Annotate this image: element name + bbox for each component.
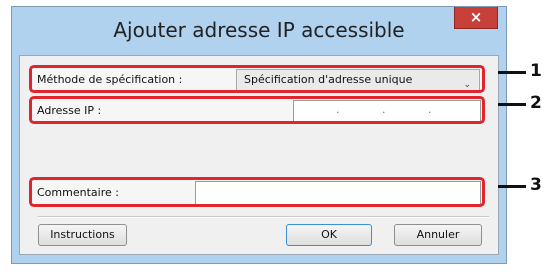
close-icon: × bbox=[469, 8, 483, 26]
callout-number-1: 1 bbox=[530, 61, 542, 81]
dialog-body: Méthode de spécification : Spécification… bbox=[19, 55, 499, 255]
dialog-title: Ajouter adresse IP accessible bbox=[113, 18, 405, 42]
cancel-button[interactable]: Annuler bbox=[394, 224, 482, 246]
screenshot: Ajouter adresse IP accessible × Méthode … bbox=[0, 0, 551, 272]
highlight-box-1 bbox=[29, 65, 485, 93]
callout-line-2 bbox=[498, 103, 526, 106]
separator bbox=[38, 216, 489, 218]
ok-button[interactable]: OK bbox=[286, 224, 372, 246]
title-bar: Ajouter adresse IP accessible × bbox=[12, 7, 506, 55]
callout-line-1 bbox=[498, 71, 526, 74]
callout-line-3 bbox=[498, 185, 526, 188]
dialog-window: Ajouter adresse IP accessible × Méthode … bbox=[11, 6, 507, 264]
close-button[interactable]: × bbox=[454, 7, 498, 29]
highlight-box-3 bbox=[29, 177, 485, 207]
callout-number-2: 2 bbox=[530, 93, 542, 113]
instructions-button[interactable]: Instructions bbox=[38, 224, 127, 246]
highlight-box-2 bbox=[29, 96, 485, 124]
callout-number-3: 3 bbox=[530, 175, 542, 195]
